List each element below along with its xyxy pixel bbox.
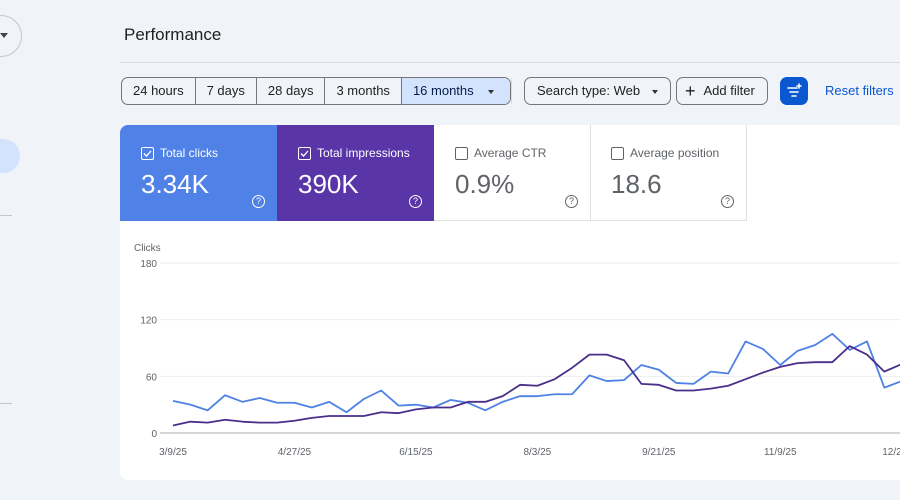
caret-down-icon (487, 89, 494, 94)
metric-value: 3.34K (141, 169, 209, 199)
performance-chart: Clicks 0 60 120 180 3/9/25 4/27/25 6/15/25 8/3/… (134, 243, 900, 458)
metric-value: 0.9% (455, 169, 515, 199)
filter-settings-button[interactable] (780, 77, 808, 105)
add-filter-label: Add filter (703, 83, 755, 98)
add-filter-button[interactable]: + Add filter (676, 77, 768, 105)
performance-panel: Total clicks 3.34K ? Total impressions 3… (120, 125, 900, 480)
checkbox-unchecked-icon[interactable] (455, 146, 468, 160)
y-tick-label: 0 (151, 429, 157, 440)
x-tick-label: 11/9/25 (764, 447, 797, 458)
metric-label: Average CTR (474, 146, 547, 160)
range-7-days[interactable]: 7 days (196, 78, 257, 104)
page-title: Performance (124, 25, 222, 44)
y-axis-label: Clicks (134, 243, 161, 254)
divider (511, 78, 512, 104)
x-tick-label: 12/28/25 (882, 447, 900, 458)
metric-label: Total clicks (160, 146, 219, 160)
checkbox-unchecked-icon[interactable] (611, 146, 624, 160)
series-line-1 (172, 345, 900, 427)
range-24-hours[interactable]: 24 hours (122, 78, 196, 104)
metric-label: Average position (630, 146, 720, 160)
y-tick-label: 180 (140, 259, 157, 270)
range-28-days[interactable]: 28 days (257, 78, 326, 104)
divider (120, 62, 900, 63)
x-tick-label: 4/27/25 (278, 447, 312, 458)
filter-add-icon (787, 83, 802, 97)
sidebar-divider (0, 215, 12, 216)
help-icon[interactable]: ? (721, 195, 734, 208)
help-icon[interactable]: ? (565, 195, 578, 208)
series-line-0 (172, 332, 900, 414)
checkbox-checked-icon[interactable] (141, 146, 154, 160)
help-icon[interactable]: ? (252, 195, 265, 208)
x-tick-label: 6/15/25 (399, 447, 433, 458)
x-tick-label: 3/9/25 (159, 447, 187, 458)
range-16-months[interactable]: 16 months (401, 78, 510, 104)
x-tick-label: 8/3/25 (523, 447, 551, 458)
search-type-dropdown[interactable]: Search type: Web (524, 77, 672, 105)
y-tick-label: 120 (140, 316, 157, 327)
range-3-months[interactable]: 3 months (325, 78, 402, 104)
metric-value: 18.6 (611, 169, 662, 199)
metric-card-average-position[interactable]: Average position 18.6 ? (590, 125, 747, 221)
plus-icon: + (685, 81, 696, 101)
help-icon[interactable]: ? (409, 195, 422, 208)
metric-label: Total impressions (317, 146, 410, 160)
chevron-down-icon (0, 33, 8, 38)
checkbox-checked-icon[interactable] (298, 146, 311, 160)
search-type-label: Search type: Web (537, 83, 641, 98)
reset-filters-link[interactable]: Reset filters (825, 83, 894, 98)
caret-down-icon (652, 89, 659, 94)
y-tick-label: 60 (146, 372, 158, 383)
date-range-selector: 24 hours 7 days 28 days 3 months 16 mont… (121, 77, 511, 105)
metric-card-total-impressions[interactable]: Total impressions 390K ? (277, 125, 434, 221)
range-label: 16 months (412, 83, 474, 98)
metric-card-average-ctr[interactable]: Average CTR 0.9% ? (434, 125, 591, 221)
sidebar-item-active[interactable] (0, 139, 20, 173)
metric-card-total-clicks[interactable]: Total clicks 3.34K ? (120, 125, 277, 221)
x-tick-label: 9/21/25 (642, 447, 676, 458)
sidebar-divider (0, 403, 12, 404)
metric-value: 390K (298, 169, 359, 199)
